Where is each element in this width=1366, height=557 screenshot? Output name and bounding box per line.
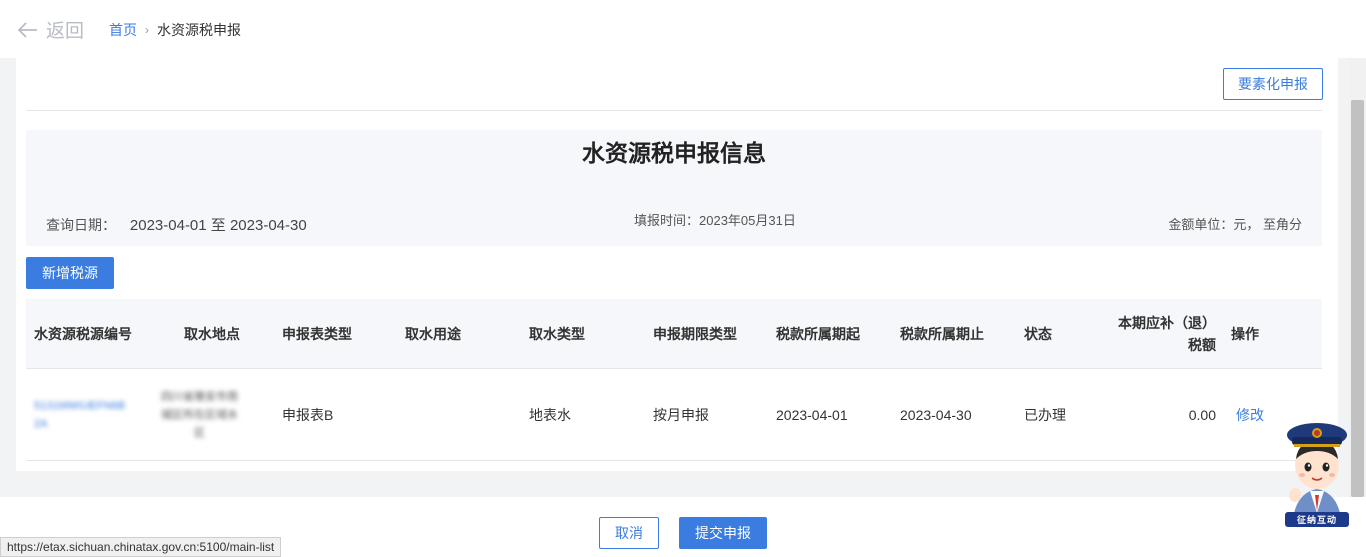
query-date-label: 查询日期： bbox=[46, 217, 116, 233]
tax-source-table: 水资源税源编号 取水地点 申报表类型 取水用途 取水类型 申报期限类型 税款所属… bbox=[26, 299, 1322, 461]
source-id-line: 2A bbox=[34, 418, 48, 430]
column-header: 取水类型 bbox=[529, 326, 585, 342]
column-header: 税款所属期止 bbox=[900, 326, 984, 342]
back-label: 返回 bbox=[46, 21, 85, 42]
cell-period-start: 2023-04-01 bbox=[776, 407, 848, 423]
element-declaration-button[interactable]: 要素化申报 bbox=[1223, 68, 1323, 100]
query-date-value: 2023-04-01 至 2023-04-30 bbox=[129, 217, 307, 234]
submit-declaration-button[interactable]: 提交申报 bbox=[679, 517, 767, 549]
query-date: 查询日期： 2023-04-01 至 2023-04-30 bbox=[46, 214, 307, 235]
source-id-line: 5131MW0JEFN6B bbox=[34, 400, 126, 412]
back-button[interactable]: 返回 bbox=[18, 16, 84, 43]
column-header: 申报表类型 bbox=[282, 326, 352, 342]
amount-unit: 金额单位：元， 至角分 bbox=[1168, 217, 1302, 232]
declaration-card: 要素化申报 水资源税申报信息 查询日期： 2023-04-01 至 2023-0… bbox=[16, 58, 1338, 471]
cell-source-id[interactable]: 5131MW0JEFN6B 2A bbox=[34, 369, 146, 461]
column-header: 税款所属期起 bbox=[776, 326, 860, 342]
location-line: 四川省雅安市雨 bbox=[161, 391, 238, 403]
page-title: 水资源税申报信息 bbox=[582, 140, 766, 166]
arrow-left-icon bbox=[18, 21, 37, 38]
cell-form-type: 申报表B bbox=[282, 407, 334, 423]
column-header: 水资源税源编号 bbox=[34, 326, 132, 342]
column-header: 操作 bbox=[1231, 326, 1259, 342]
cell-tax-amount: 0.00 bbox=[1188, 407, 1216, 423]
column-header-line: 本期应补（退） bbox=[1118, 315, 1216, 331]
breadcrumb-current: 水资源税申报 bbox=[157, 22, 241, 38]
cancel-button[interactable]: 取消 bbox=[599, 517, 659, 549]
column-header: 取水用途 bbox=[405, 326, 461, 342]
cell-water-type: 地表水 bbox=[529, 407, 571, 423]
column-header-line: 税额 bbox=[1188, 337, 1216, 353]
column-header-tax-amount: 本期应补（退） 税额 bbox=[1096, 299, 1216, 369]
column-header: 状态 bbox=[1024, 326, 1052, 342]
scrollbar-thumb[interactable] bbox=[1351, 100, 1364, 497]
edit-link[interactable]: 修改 bbox=[1236, 369, 1264, 461]
column-header: 申报期限类型 bbox=[653, 326, 737, 342]
cell-period-type: 按月申报 bbox=[653, 407, 709, 423]
fill-time: 填报时间：2023年05月31日 bbox=[634, 213, 796, 228]
breadcrumb-home-link[interactable]: 首页 bbox=[109, 20, 137, 40]
breadcrumb: 首页 › 水资源税申报 bbox=[109, 20, 241, 40]
cell-status: 已办理 bbox=[1024, 407, 1066, 423]
breadcrumb-separator: › bbox=[145, 23, 149, 37]
cell-period-end: 2023-04-30 bbox=[900, 407, 972, 423]
table-row: 5131MW0JEFN6B 2A 四川省雅安市雨 城区所在区域水 区 申报表B … bbox=[26, 369, 1322, 461]
add-tax-source-button[interactable]: 新增税源 bbox=[26, 257, 114, 289]
cell-location: 四川省雅安市雨 城区所在区域水 区 bbox=[161, 369, 261, 461]
location-line: 城区所在区域水 bbox=[161, 409, 238, 421]
location-line: 区 bbox=[194, 427, 205, 439]
table-header: 水资源税源编号 取水地点 申报表类型 取水用途 取水类型 申报期限类型 税款所属… bbox=[26, 299, 1322, 369]
declaration-info-panel: 水资源税申报信息 查询日期： 2023-04-01 至 2023-04-30 填… bbox=[26, 130, 1322, 246]
divider bbox=[26, 110, 1322, 111]
status-bar-url: https://etax.sichuan.chinatax.gov.cn:510… bbox=[0, 537, 282, 557]
column-header: 取水地点 bbox=[184, 326, 240, 342]
mascot-label[interactable]: 征纳互动 bbox=[1285, 512, 1349, 527]
top-bar: 返回 首页 › 水资源税申报 bbox=[0, 0, 1366, 58]
